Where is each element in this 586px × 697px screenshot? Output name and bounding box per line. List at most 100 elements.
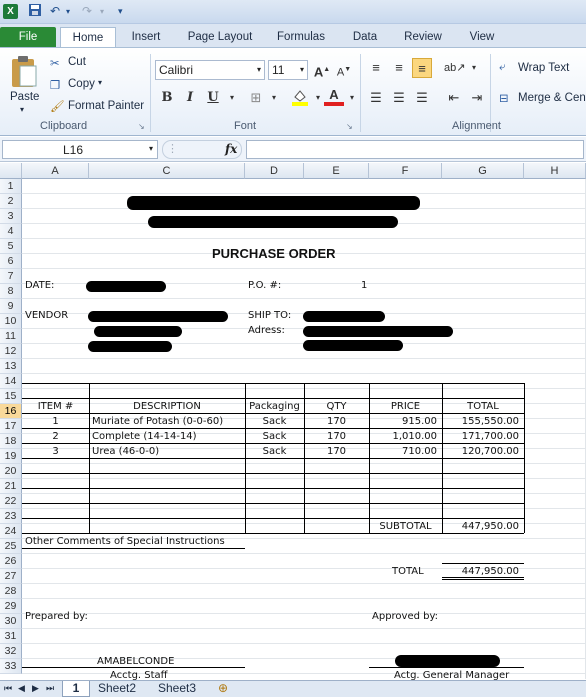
item-price[interactable]: 710.00	[369, 446, 437, 457]
wrap-text-button[interactable]: Wrap Text	[518, 62, 569, 74]
item-packaging[interactable]: Sack	[245, 416, 304, 427]
undo-dropdown-icon[interactable]: ▾	[66, 3, 70, 20]
merge-center-icon[interactable]: ⊟	[499, 91, 509, 105]
row-header[interactable]: 4	[0, 224, 22, 239]
cut-button[interactable]: Cut	[68, 56, 86, 68]
fill-color-icon[interactable]	[290, 88, 310, 108]
tab-insert[interactable]: Insert	[120, 27, 172, 48]
borders-dropdown-icon[interactable]: ▾	[264, 88, 284, 108]
font-color-icon[interactable]: A	[324, 86, 344, 106]
row-header[interactable]: 25	[0, 539, 22, 554]
item-qty[interactable]: 170	[304, 416, 369, 427]
font-name-select[interactable]: Calibri ▾	[155, 60, 265, 80]
row-header[interactable]: 22	[0, 494, 22, 509]
formula-input[interactable]	[246, 140, 584, 159]
underline-button[interactable]: U	[203, 88, 223, 108]
column-header[interactable]: A	[22, 163, 89, 179]
item-qty[interactable]: 170	[304, 431, 369, 442]
row-header[interactable]: 21	[0, 479, 22, 494]
underline-dropdown-icon[interactable]: ▾	[222, 88, 242, 108]
italic-button[interactable]: I	[180, 88, 200, 108]
row-header[interactable]: 3	[0, 209, 22, 224]
item-total[interactable]: 155,550.00	[442, 416, 519, 427]
item-packaging[interactable]: Sack	[245, 446, 304, 457]
align-middle-icon[interactable]: ≡	[389, 58, 409, 78]
sheet-tab[interactable]: Sheet3	[152, 681, 202, 697]
borders-icon[interactable]: ⊞	[246, 88, 266, 108]
next-sheet-icon[interactable]: ▶	[30, 681, 41, 697]
row-header[interactable]: 26	[0, 554, 22, 569]
bold-button[interactable]: B	[157, 88, 177, 108]
row-header[interactable]: 14	[0, 374, 22, 389]
shrink-font-icon[interactable]: A▼	[334, 60, 354, 80]
format-painter-button[interactable]: Format Painter	[68, 100, 144, 112]
copy-icon[interactable]: ❐	[50, 78, 60, 92]
format-painter-icon[interactable]: 🖌	[50, 99, 65, 113]
insert-sheet-icon[interactable]: ⊕	[212, 681, 234, 697]
align-top-icon[interactable]: ≡	[366, 58, 386, 78]
row-header[interactable]: 2	[0, 194, 22, 209]
column-header[interactable]: F	[369, 163, 442, 179]
orientation-icon[interactable]: ab↗	[444, 58, 465, 78]
font-size-select[interactable]: 11 ▾	[268, 60, 308, 80]
align-center-icon[interactable]: ☰	[389, 88, 409, 108]
item-total[interactable]: 120,700.00	[442, 446, 519, 457]
item-qty[interactable]: 170	[304, 446, 369, 457]
wrap-text-icon[interactable]: ⤶	[499, 61, 505, 74]
column-header[interactable]: E	[304, 163, 369, 179]
save-icon[interactable]	[28, 3, 42, 20]
row-header[interactable]: 12	[0, 344, 22, 359]
font-color-dropdown-icon[interactable]: ▾	[342, 88, 362, 108]
worksheet-grid[interactable]: A C D E F G H 1 2 3 4 5 6 7 8 9 10 11 12 13 14 15 16 17 1…	[0, 163, 586, 680]
item-description[interactable]: Urea (46-0-0)	[92, 446, 159, 457]
row-header[interactable]: 28	[0, 584, 22, 599]
row-header[interactable]: 13	[0, 359, 22, 374]
row-header[interactable]: 16	[0, 404, 22, 419]
cut-icon[interactable]: ✂	[50, 56, 60, 70]
tab-page-layout[interactable]: Page Layout	[180, 27, 260, 48]
customize-toolbar-icon[interactable]: ▾	[118, 3, 123, 20]
tab-home[interactable]: Home	[60, 27, 116, 48]
increase-indent-icon[interactable]: ⇥	[467, 88, 487, 108]
item-price[interactable]: 1,010.00	[369, 431, 437, 442]
tab-data[interactable]: Data	[344, 27, 386, 48]
font-launcher-icon[interactable]: ↘	[346, 122, 353, 131]
tab-formulas[interactable]: Formulas	[270, 27, 332, 48]
row-header[interactable]: 31	[0, 629, 22, 644]
row-header[interactable]: 27	[0, 569, 22, 584]
align-bottom-icon[interactable]: ≡	[412, 58, 432, 78]
row-header[interactable]: 29	[0, 599, 22, 614]
clipboard-paste-icon[interactable]	[8, 54, 40, 90]
select-all-corner[interactable]	[0, 163, 22, 179]
row-header[interactable]: 24	[0, 524, 22, 539]
redo-icon[interactable]: ↷	[82, 3, 92, 20]
undo-icon[interactable]: ↶	[50, 3, 60, 20]
row-header[interactable]: 5	[0, 239, 22, 254]
redo-dropdown-icon[interactable]: ▾	[100, 3, 104, 20]
grow-font-icon[interactable]: A▲	[312, 60, 332, 80]
copy-dropdown-icon[interactable]: ▾	[98, 78, 102, 87]
row-header[interactable]: 1	[0, 179, 22, 194]
first-sheet-icon[interactable]: ⏮	[2, 681, 14, 697]
row-header[interactable]: 15	[0, 389, 22, 404]
row-header[interactable]: 33	[0, 659, 22, 674]
paste-button[interactable]: Paste	[10, 91, 39, 103]
column-header[interactable]: C	[89, 163, 245, 179]
column-header[interactable]: D	[245, 163, 304, 179]
align-right-icon[interactable]: ☰	[412, 88, 432, 108]
align-left-icon[interactable]: ☰	[366, 88, 386, 108]
row-header[interactable]: 11	[0, 329, 22, 344]
item-total[interactable]: 171,700.00	[442, 431, 519, 442]
tab-file[interactable]: File	[0, 27, 56, 48]
row-header[interactable]: 23	[0, 509, 22, 524]
tab-review[interactable]: Review	[398, 27, 448, 48]
column-header[interactable]: G	[442, 163, 524, 179]
row-header[interactable]: 18	[0, 434, 22, 449]
name-box[interactable]: L16 ▾	[2, 140, 158, 159]
row-header[interactable]: 30	[0, 614, 22, 629]
item-price[interactable]: 915.00	[369, 416, 437, 427]
item-number[interactable]: 3	[22, 446, 89, 457]
row-header[interactable]: 20	[0, 464, 22, 479]
item-packaging[interactable]: Sack	[245, 431, 304, 442]
row-header[interactable]: 32	[0, 644, 22, 659]
